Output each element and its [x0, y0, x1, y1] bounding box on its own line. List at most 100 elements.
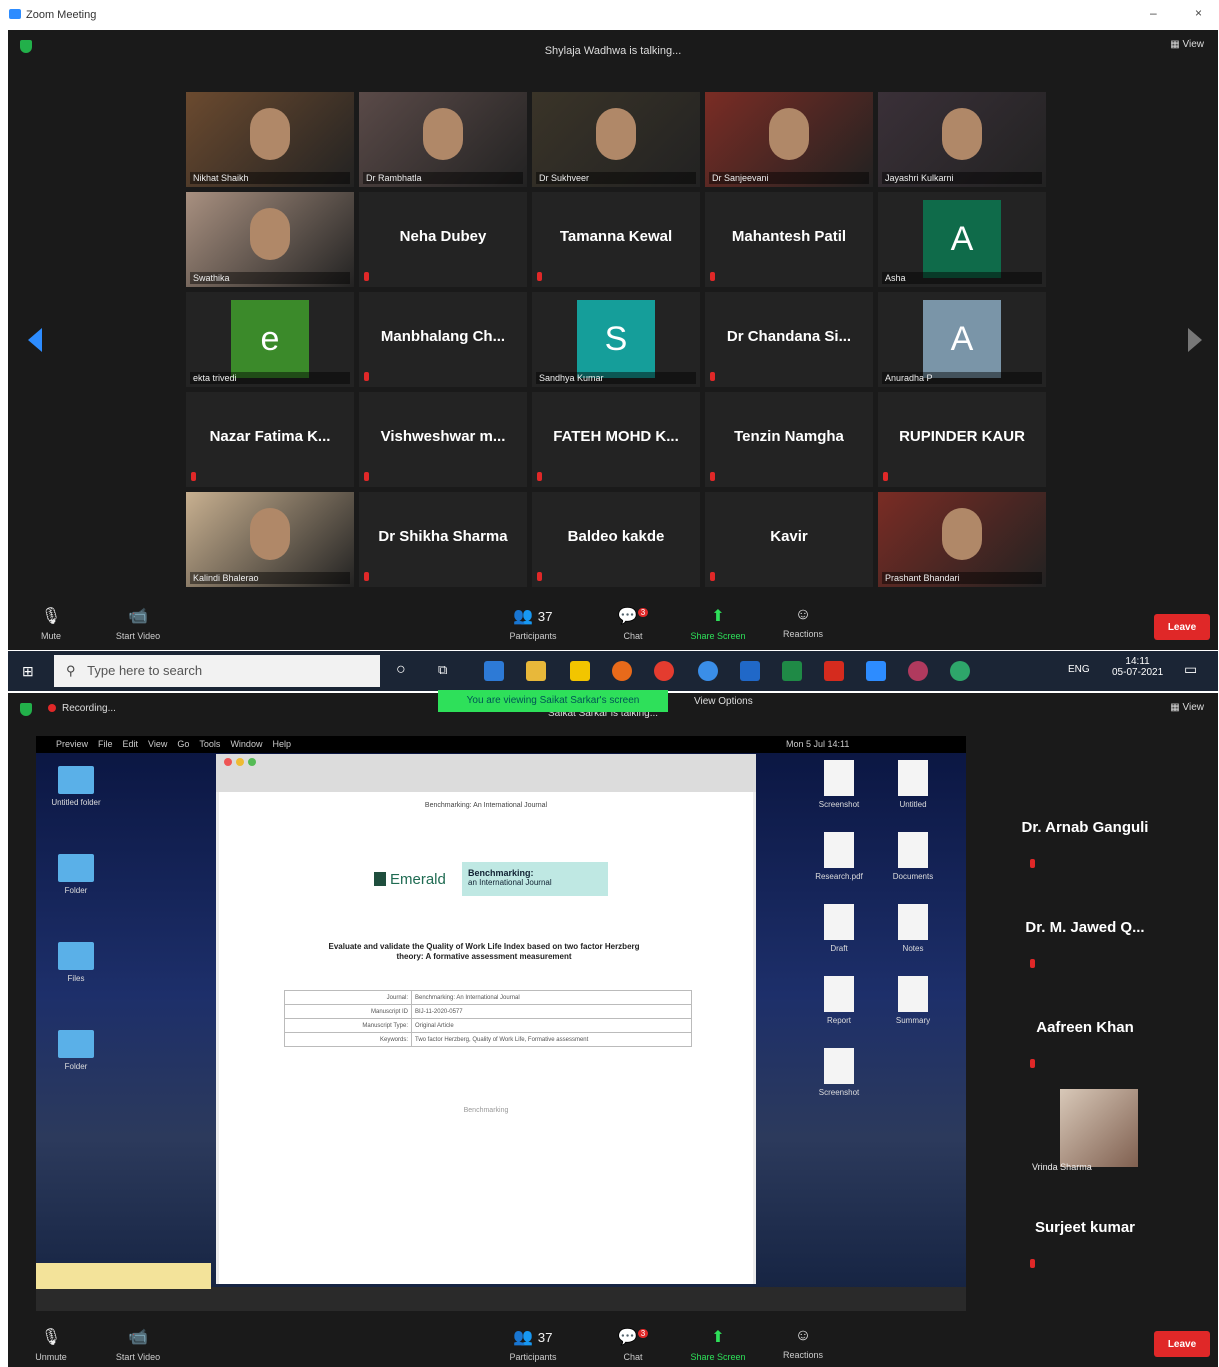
participants-button-2[interactable]: 👥 37 Participants: [498, 1327, 568, 1362]
participant-tile[interactable]: Manbhalang Ch...: [359, 292, 527, 387]
participant-tile[interactable]: Tamanna Kewal: [532, 192, 700, 287]
desktop-icon-label: Notes: [902, 944, 924, 953]
muted-mic-icon: [364, 572, 369, 581]
view-button[interactable]: ▦ View: [1170, 39, 1204, 50]
participant-tile[interactable]: Prashant Bhandari: [878, 492, 1046, 587]
participant-tile[interactable]: S Sandhya Kumar: [532, 292, 700, 387]
participant-name: Dr. Arnab Ganguli: [1021, 819, 1149, 836]
participant-tile[interactable]: FATEH MOHD K...: [532, 392, 700, 487]
participant-tile[interactable]: Vishweshwar m...: [359, 392, 527, 487]
participant-tile[interactable]: Kavir: [705, 492, 873, 587]
desktop-icon-label: Research.pdf: [815, 872, 863, 881]
participant-name: Dr Shikha Sharma: [378, 528, 508, 545]
desktop-folder-icon[interactable]: [58, 766, 94, 794]
desktop-file-icon[interactable]: [898, 760, 928, 796]
desktop-file-icon[interactable]: [824, 760, 854, 796]
participant-tile[interactable]: Neha Dubey: [359, 192, 527, 287]
participant-tile[interactable]: Baldeo kakde: [532, 492, 700, 587]
desktop-file-icon[interactable]: [824, 832, 854, 868]
chrome-icon[interactable]: [654, 661, 674, 681]
viewing-screen-banner[interactable]: You are viewing Saikat Sarkar's screen: [438, 690, 668, 712]
word-icon[interactable]: [740, 661, 760, 681]
desktop-file-icon[interactable]: [898, 904, 928, 940]
participant-tile[interactable]: Dr Sukhveer: [532, 92, 700, 187]
start-video-button[interactable]: 📹 Start Video: [103, 606, 173, 641]
start-video-button-2[interactable]: 📹 Start Video: [103, 1327, 173, 1362]
chat-button-2[interactable]: 💬 3 Chat: [598, 1327, 668, 1362]
security-shield-icon[interactable]: [20, 703, 32, 716]
windows-start-icon[interactable]: ⊞: [22, 663, 34, 680]
participant-tile[interactable]: Vrinda Sharma: [980, 1083, 1190, 1178]
app-icon[interactable]: [908, 661, 928, 681]
leave-button[interactable]: Leave: [1154, 614, 1210, 640]
firefox-icon[interactable]: [612, 661, 632, 681]
participant-tile[interactable]: A Anuradha P: [878, 292, 1046, 387]
participant-tile[interactable]: Surjeet kumar: [980, 1183, 1190, 1278]
participant-tile[interactable]: Nazar Fatima K...: [186, 392, 354, 487]
reactions-button-2[interactable]: ☺ Reactions: [768, 1327, 838, 1360]
language-indicator[interactable]: ENG: [1068, 664, 1090, 675]
participant-tile[interactable]: Dr Sanjeevani: [705, 92, 873, 187]
participant-tile[interactable]: Dr. Arnab Ganguli: [980, 783, 1190, 878]
edge-icon[interactable]: [484, 661, 504, 681]
view-options-button[interactable]: View Options: [694, 696, 753, 707]
acrobat-icon[interactable]: [824, 661, 844, 681]
previous-page-arrow-icon[interactable]: [28, 328, 42, 352]
participant-tile[interactable]: Dr. M. Jawed Q...: [980, 883, 1190, 978]
desktop-folder-icon[interactable]: [58, 854, 94, 882]
desktop-file-icon[interactable]: [898, 832, 928, 868]
participant-tile[interactable]: Dr Chandana Si...: [705, 292, 873, 387]
participant-tile[interactable]: Dr Shikha Sharma: [359, 492, 527, 587]
participant-tile[interactable]: e ekta trivedi: [186, 292, 354, 387]
participant-tile[interactable]: Swathika: [186, 192, 354, 287]
app-icon-2[interactable]: [950, 661, 970, 681]
participant-face: [250, 108, 290, 160]
desktop-folder-icon[interactable]: [58, 942, 94, 970]
file-explorer-icon[interactable]: [526, 661, 546, 681]
next-page-arrow-icon[interactable]: [1188, 328, 1202, 352]
excel-icon[interactable]: [782, 661, 802, 681]
desktop-file-icon[interactable]: [824, 904, 854, 940]
participants-button[interactable]: 👥 37 Participants: [498, 606, 568, 641]
participant-tile[interactable]: A Asha: [878, 192, 1046, 287]
participant-name: Tamanna Kewal: [559, 228, 673, 245]
pdf-toolbar: [216, 754, 756, 792]
participant-tile[interactable]: Jayashri Kulkarni: [878, 92, 1046, 187]
desktop-file-icon[interactable]: [824, 1048, 854, 1084]
participant-tile[interactable]: Mahantesh Patil: [705, 192, 873, 287]
share-screen-button-2[interactable]: ⬆ Share Screen: [683, 1327, 753, 1362]
notifications-icon[interactable]: ▭: [1184, 661, 1197, 678]
desktop-file-icon[interactable]: [898, 976, 928, 1012]
minimize-dot-icon[interactable]: [236, 758, 244, 766]
participant-tile[interactable]: Tenzin Namgha: [705, 392, 873, 487]
participant-tile[interactable]: RUPINDER KAUR: [878, 392, 1046, 487]
globe-icon[interactable]: [698, 661, 718, 681]
chat-button[interactable]: 💬 3 Chat: [598, 606, 668, 641]
share-screen-button[interactable]: ⬆ Share Screen: [683, 606, 753, 641]
cortana-icon[interactable]: ○: [396, 661, 406, 679]
desktop-file-icon[interactable]: [824, 976, 854, 1012]
shared-menu-item: Go: [177, 739, 190, 749]
zoom-dot-icon[interactable]: [248, 758, 256, 766]
participant-tile[interactable]: Nikhat Shaikh: [186, 92, 354, 187]
mute-button[interactable]: 🎙 Mute: [16, 606, 86, 641]
taskbar-clock[interactable]: 14:11 05-07-2021: [1112, 656, 1163, 678]
participant-tile[interactable]: Kalindi Bhalerao: [186, 492, 354, 587]
close-button[interactable]: ×: [1195, 6, 1202, 20]
muted-mic-icon: [191, 472, 196, 481]
unmute-button[interactable]: 🎙 Unmute: [16, 1327, 86, 1362]
taskbar-search-input[interactable]: ⚲ Type here to search: [54, 655, 380, 687]
participant-avatar: A: [923, 300, 1001, 378]
leave-button-2[interactable]: Leave: [1154, 1331, 1210, 1357]
minimize-button[interactable]: –: [1150, 6, 1157, 20]
participant-tile[interactable]: Dr Rambhatla: [359, 92, 527, 187]
participant-name: Aafreen Khan: [1036, 1019, 1134, 1036]
close-dot-icon[interactable]: [224, 758, 232, 766]
desktop-folder-icon[interactable]: [58, 1030, 94, 1058]
sticky-notes-icon[interactable]: [570, 661, 590, 681]
reactions-button[interactable]: ☺ Reactions: [768, 606, 838, 639]
zoom-taskbar-icon[interactable]: [866, 661, 886, 681]
participant-tile[interactable]: Aafreen Khan: [980, 983, 1190, 1078]
task-view-icon[interactable]: ⧉: [438, 662, 447, 678]
view-button[interactable]: ▦ View: [1170, 702, 1204, 713]
